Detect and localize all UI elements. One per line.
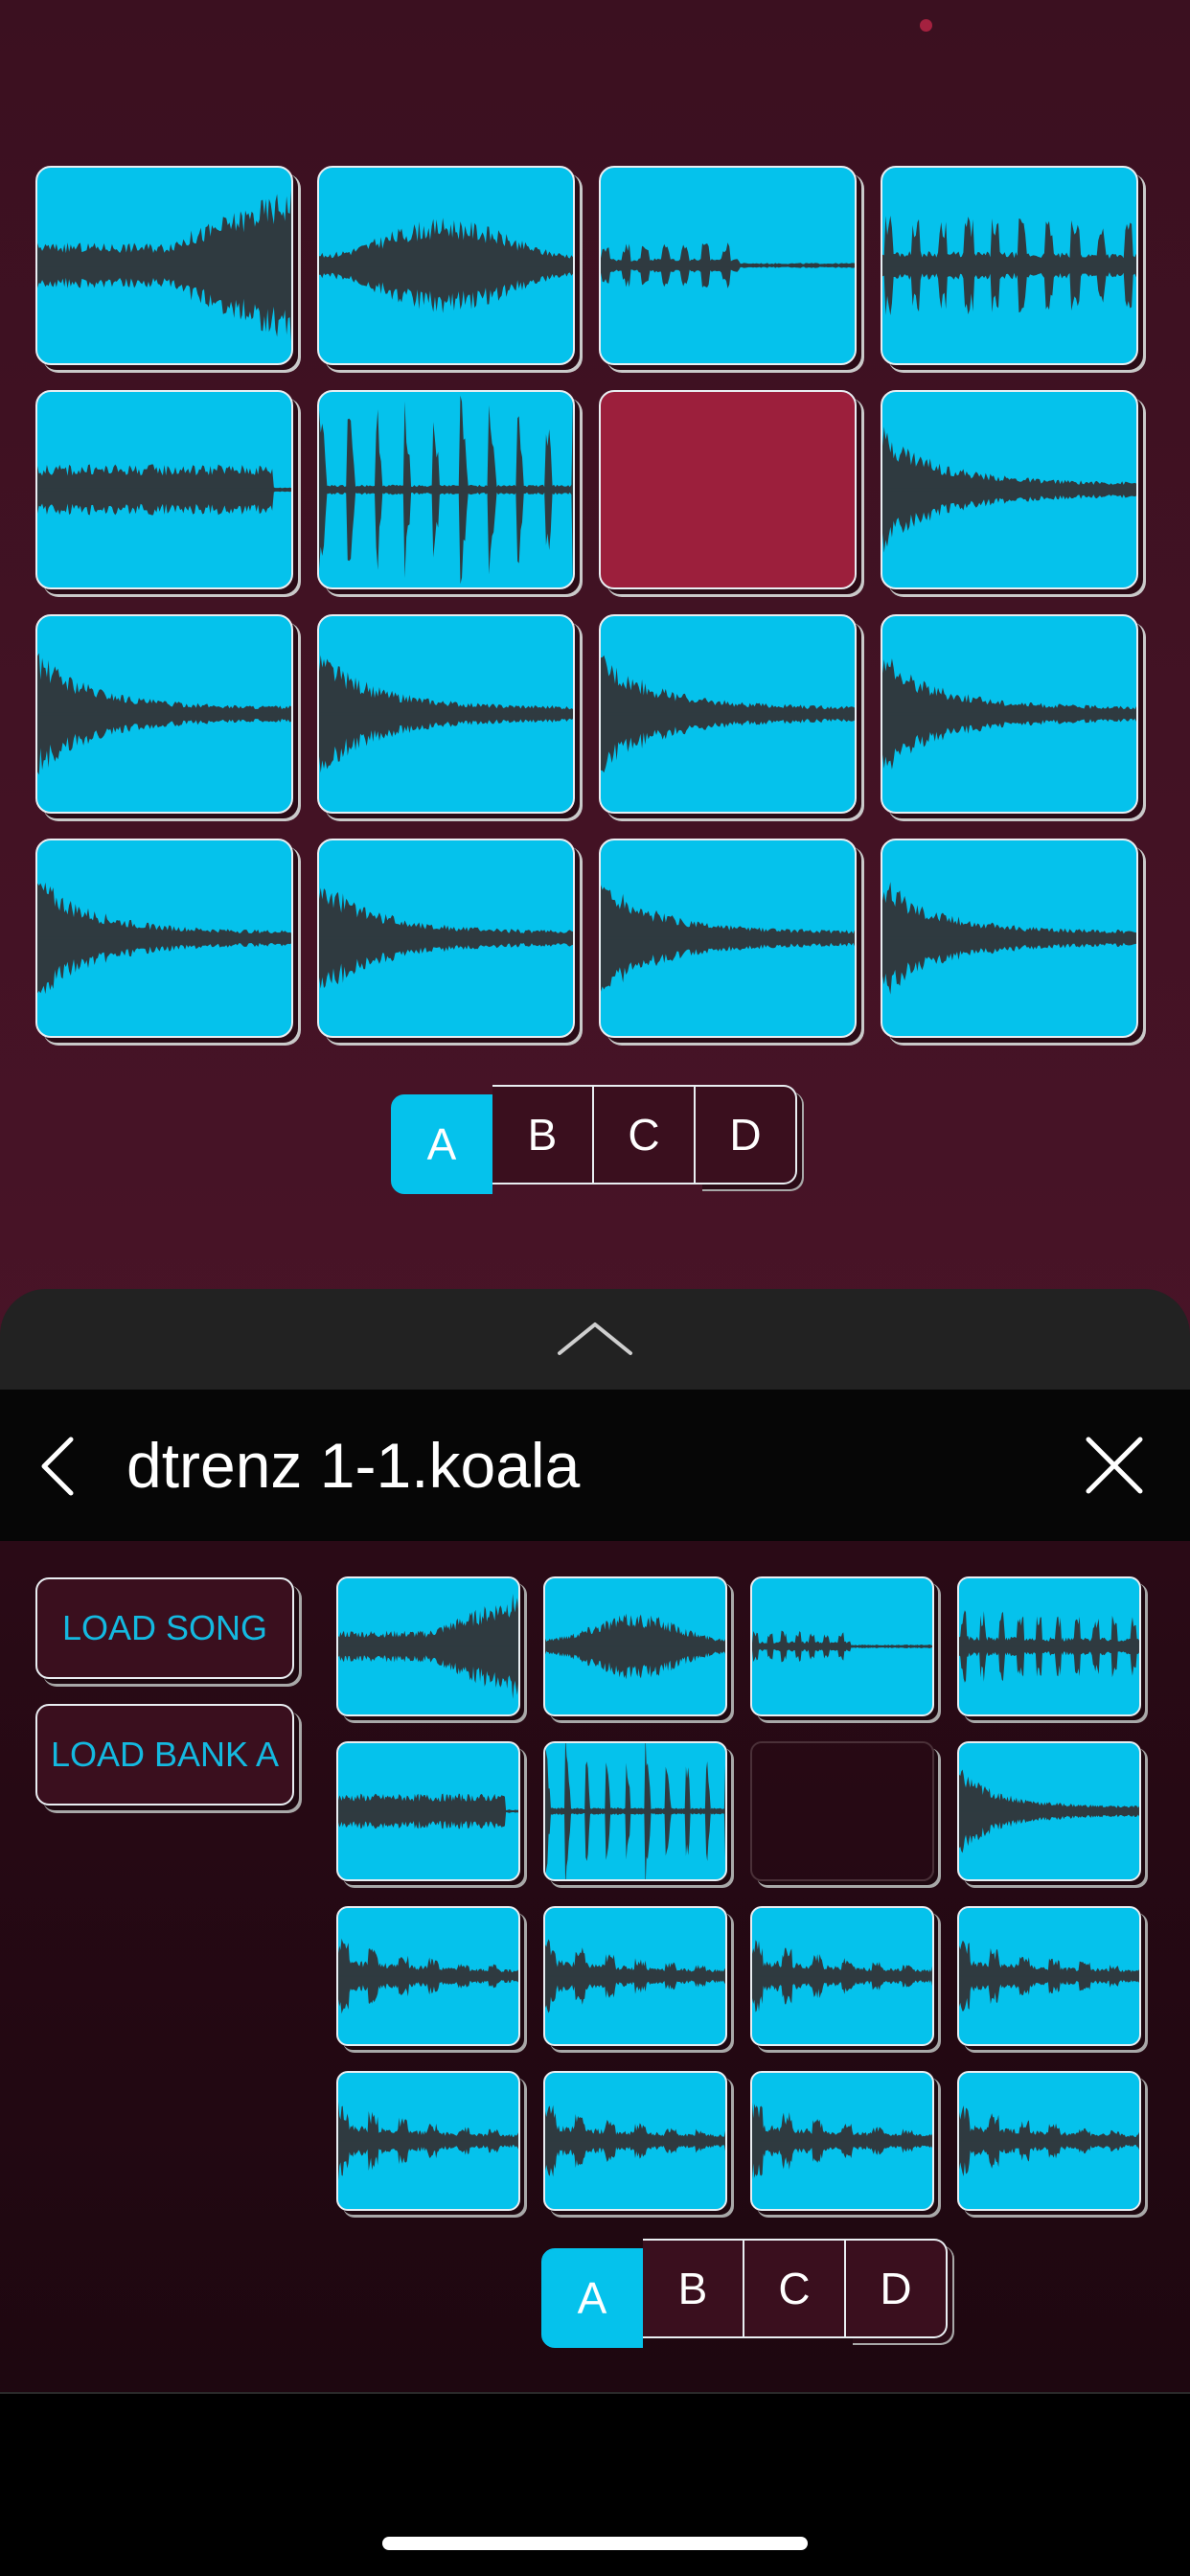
waveform (545, 1939, 725, 2013)
main-pad-grid (35, 166, 1138, 1038)
main-pad-16[interactable] (881, 839, 1138, 1038)
browser-pad-16[interactable] (957, 2071, 1141, 2211)
waveform (959, 1769, 1139, 1853)
main-pad-3[interactable] (599, 166, 857, 365)
main-pad-13[interactable] (35, 839, 293, 1038)
browser-bank-selector: ABCD (541, 2239, 948, 2348)
browser-pad-grid (336, 1576, 1141, 2211)
waveform (752, 2102, 932, 2180)
main-bank-d[interactable]: D (696, 1085, 797, 1184)
waveform (601, 655, 855, 773)
waveform (545, 1613, 725, 1680)
browser-bank-a[interactable]: A (541, 2248, 643, 2348)
waveform (319, 887, 573, 989)
waveform (959, 1941, 1139, 2012)
main-bank-b[interactable]: B (492, 1085, 594, 1184)
browser-pad-3[interactable] (750, 1576, 934, 1716)
waveform (882, 882, 1136, 995)
waveform (338, 1793, 518, 1829)
main-pad-9[interactable] (35, 614, 293, 814)
waveform (319, 392, 573, 587)
browser-pad-13[interactable] (336, 2071, 520, 2211)
main-pad-15[interactable] (599, 839, 857, 1038)
browser-bank-d[interactable]: D (846, 2239, 948, 2338)
browser-pad-11[interactable] (750, 1906, 934, 2046)
waveform (882, 215, 1136, 316)
main-pad-10[interactable] (317, 614, 575, 814)
main-pad-12[interactable] (881, 614, 1138, 814)
waveform (752, 1940, 932, 2012)
waveform (37, 653, 291, 775)
browser-pad-14[interactable] (543, 2071, 727, 2211)
main-bank-a[interactable]: A (391, 1094, 492, 1194)
browser-pad-10[interactable] (543, 1906, 727, 2046)
browser-pad-1[interactable] (336, 1576, 520, 1716)
waveform (338, 1594, 518, 1699)
chevron-up-icon[interactable] (556, 1319, 634, 1357)
waveform (752, 1743, 932, 1879)
waveform (37, 189, 291, 342)
chevron-left-icon[interactable] (29, 1428, 86, 1505)
waveform (319, 655, 573, 773)
waveform (601, 392, 855, 587)
load-song-button[interactable]: LOAD SONG (35, 1577, 294, 1679)
browser-pad-4[interactable] (957, 1576, 1141, 1716)
main-pad-1[interactable] (35, 166, 293, 365)
browser-pad-5[interactable] (336, 1741, 520, 1881)
sampler-main-view: ABCD (0, 0, 1190, 1289)
main-pad-14[interactable] (317, 839, 575, 1038)
waveform (601, 885, 855, 992)
home-indicator[interactable] (382, 2537, 808, 2550)
waveform (37, 882, 291, 995)
waveform (545, 1743, 725, 1879)
waveform (752, 1630, 932, 1663)
waveform (338, 2101, 518, 2181)
main-pad-6[interactable] (317, 390, 575, 589)
waveform (338, 1938, 518, 2014)
load-bank-button[interactable]: LOAD BANK A (35, 1704, 294, 1806)
main-pad-5[interactable] (35, 390, 293, 589)
main-pad-8[interactable] (881, 390, 1138, 589)
waveform (959, 2104, 1139, 2177)
waveform (959, 1610, 1139, 1683)
song-title: dtrenz 1-1.koala (126, 1430, 581, 1501)
waveform (882, 658, 1136, 770)
waveform (601, 242, 855, 288)
browser-pad-8[interactable] (957, 1741, 1141, 1881)
main-pad-7[interactable] (599, 390, 857, 589)
browser-pad-12[interactable] (957, 1906, 1141, 2046)
browser-pad-9[interactable] (336, 1906, 520, 2046)
browser-pad-15[interactable] (750, 2071, 934, 2211)
main-pad-2[interactable] (317, 166, 575, 365)
waveform (319, 218, 573, 313)
main-pad-4[interactable] (881, 166, 1138, 365)
browser-bank-b[interactable]: B (643, 2239, 744, 2338)
main-bank-selector: ABCD (391, 1085, 797, 1194)
main-bank-c[interactable]: C (594, 1085, 696, 1184)
browser-bank-c[interactable]: C (744, 2239, 846, 2338)
waveform (545, 2104, 725, 2177)
close-icon[interactable] (1083, 1434, 1146, 1497)
record-indicator (920, 19, 932, 32)
waveform (882, 426, 1136, 553)
browser-pad-6[interactable] (543, 1741, 727, 1881)
main-pad-11[interactable] (599, 614, 857, 814)
browser-pad-7[interactable] (750, 1741, 934, 1881)
waveform (37, 464, 291, 516)
browser-pad-2[interactable] (543, 1576, 727, 1716)
